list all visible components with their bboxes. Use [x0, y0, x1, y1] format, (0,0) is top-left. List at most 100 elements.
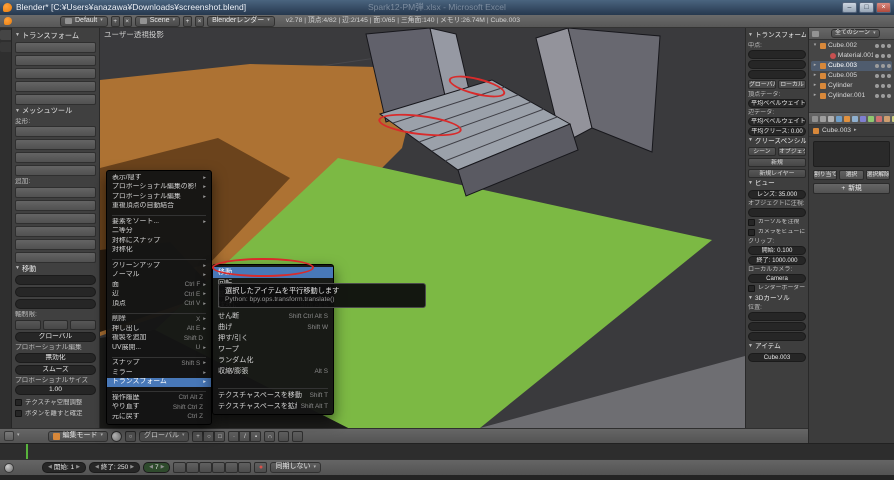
decrement-icon[interactable]: ◀	[95, 465, 99, 471]
decrement-icon[interactable]: ◀	[149, 465, 153, 471]
outliner-row[interactable]: ▸ Cube.003	[811, 61, 892, 71]
crease-field[interactable]: 平均クリース: 0.00	[748, 127, 806, 136]
record-button[interactable]: ●	[254, 462, 267, 473]
restrict-render-icon[interactable]	[887, 74, 891, 78]
increment-icon[interactable]: ▶	[130, 465, 134, 471]
lens-field[interactable]: レンズ: 35.000	[748, 190, 806, 199]
tool-button[interactable]	[15, 94, 96, 105]
menu-item[interactable]: 曲げ Shift W	[213, 322, 333, 333]
editor-type-icon[interactable]	[4, 431, 14, 441]
menu-item[interactable]: 表示/隠す ▸	[107, 173, 211, 183]
restrict-render-icon[interactable]	[887, 44, 891, 48]
material-slot-list[interactable]	[813, 141, 890, 167]
sync-dropdown[interactable]: 同期しない ▾	[270, 462, 321, 473]
properties-tab-icon[interactable]	[876, 116, 882, 122]
eye-icon[interactable]	[875, 74, 879, 78]
outliner-row[interactable]: ▸ Cube.005	[811, 71, 892, 81]
scale-manipulator-icon[interactable]: □	[214, 431, 225, 442]
properties-tab-icon[interactable]	[812, 116, 818, 122]
expand-icon[interactable]: ▸	[812, 63, 818, 69]
menu-item[interactable]: 頂点 Ctrl V ▸	[107, 299, 211, 309]
current-frame-field[interactable]: ◀ 7 ▶	[143, 462, 170, 473]
restrict-select-icon[interactable]	[881, 64, 885, 68]
playback-button[interactable]	[173, 462, 186, 473]
playback-button[interactable]	[238, 462, 251, 473]
clip-end-field[interactable]: 終了: 1000.000	[748, 256, 806, 265]
gp-object-tab[interactable]: オブジェクト	[778, 147, 806, 156]
lock-object-field[interactable]	[748, 208, 806, 217]
panel-header-grease-pencil[interactable]: ▼ グリースペンシルレイ	[748, 138, 806, 146]
lock-cursor-checkbox[interactable]	[748, 219, 755, 226]
face-select-icon[interactable]: ▪	[250, 431, 261, 442]
menu-item[interactable]: ノーマル ▸	[107, 271, 211, 281]
number-field[interactable]	[748, 70, 806, 79]
menu-item[interactable]: ランダム化	[213, 355, 333, 366]
tool-shelf-tab[interactable]	[0, 42, 11, 52]
menu-item[interactable]: トランスフォーム ▸	[107, 378, 211, 388]
new-datablock-button[interactable]: + 新規	[813, 183, 890, 194]
outliner-row[interactable]: ▸ Cylinder.001	[811, 91, 892, 101]
axis-toggle[interactable]	[15, 320, 41, 330]
outliner-row[interactable]: ▾ Cube.002	[811, 41, 892, 51]
tool-button[interactable]	[15, 165, 96, 176]
item-name-field[interactable]: Cube.003	[748, 353, 806, 362]
number-field[interactable]	[748, 60, 806, 69]
camera-lock-checkbox[interactable]	[748, 229, 755, 236]
orientation-dropdown[interactable]: グローバル	[15, 332, 96, 342]
bevel-weight-field[interactable]: 平均ベベルウェイト: 0.00	[748, 99, 806, 108]
mode-dropdown[interactable]: 編集モード ▾	[48, 431, 109, 442]
blender-menu-icon[interactable]	[4, 17, 12, 25]
properties-tab-icon[interactable]	[852, 116, 858, 122]
panel-header-3d-cursor[interactable]: ▼ 3Dカーソル	[748, 295, 806, 303]
restrict-select-icon[interactable]	[881, 94, 885, 98]
menu-item[interactable]: 操作履歴 Ctrl Alt Z	[107, 393, 211, 403]
tool-button[interactable]	[15, 152, 96, 163]
tool-button[interactable]	[15, 252, 96, 263]
render-border-checkbox[interactable]	[748, 285, 755, 292]
scene-dropdown[interactable]: Scene ▾	[135, 16, 180, 27]
eye-icon[interactable]	[875, 94, 879, 98]
menu-item[interactable]: ミラー ▸	[107, 368, 211, 378]
vertex-select-icon[interactable]: ·	[228, 431, 239, 442]
expand-icon[interactable]: ▸	[812, 73, 818, 79]
global-toggle[interactable]: グローバル	[748, 80, 776, 89]
minimize-button[interactable]: –	[842, 2, 857, 13]
menu-item[interactable]: せん断 Shift Ctrl Alt S	[213, 311, 333, 322]
tool-button[interactable]	[15, 213, 96, 224]
expand-icon[interactable]: ▸	[812, 83, 818, 89]
number-field[interactable]	[15, 299, 96, 309]
menu-item[interactable]: 辺 Ctrl E ▸	[107, 290, 211, 300]
texture-space-checkbox[interactable]	[15, 399, 22, 406]
number-field[interactable]	[748, 322, 806, 331]
playback-button[interactable]	[186, 462, 199, 473]
gp-scene-tab[interactable]: シーン	[748, 147, 776, 156]
eye-icon[interactable]	[875, 64, 879, 68]
assign-button[interactable]: 割り当て	[813, 170, 837, 180]
menu-item[interactable]: 元に戻す Ctrl Z	[107, 412, 211, 422]
occlude-geometry-icon[interactable]	[278, 431, 289, 442]
playback-button[interactable]	[199, 462, 212, 473]
restrict-render-icon[interactable]	[887, 54, 891, 58]
number-field[interactable]	[748, 50, 806, 59]
rotate-manipulator-icon[interactable]: ○	[203, 431, 214, 442]
menu-item[interactable]: 重複頂点の自動結合	[107, 202, 211, 212]
panel-header-transform[interactable]: ▼ トランスフォーム	[748, 32, 806, 40]
playback-button[interactable]	[212, 462, 225, 473]
menu-item[interactable]: 二等分	[107, 227, 211, 237]
tool-button[interactable]	[15, 42, 96, 53]
tool-button[interactable]	[15, 126, 96, 137]
menu-item[interactable]: 対称にスナップ	[107, 236, 211, 246]
menu-item[interactable]: 複製を追加 Shift D	[107, 334, 211, 344]
number-field[interactable]	[748, 312, 806, 321]
eye-icon[interactable]	[875, 44, 879, 48]
local-toggle[interactable]: ローカル	[778, 80, 806, 89]
timeline-editor-icon[interactable]	[4, 463, 14, 473]
confirm-release-checkbox[interactable]	[15, 410, 22, 417]
menu-item[interactable]: 要素をソート... ▸	[107, 217, 211, 227]
restrict-select-icon[interactable]	[881, 84, 885, 88]
outliner-row[interactable]: Material.001	[811, 51, 892, 61]
menu-item[interactable]: ワープ	[213, 344, 333, 355]
tool-button[interactable]	[15, 81, 96, 92]
delete-scene-button[interactable]: ×	[195, 16, 204, 27]
tool-button[interactable]	[15, 226, 96, 237]
